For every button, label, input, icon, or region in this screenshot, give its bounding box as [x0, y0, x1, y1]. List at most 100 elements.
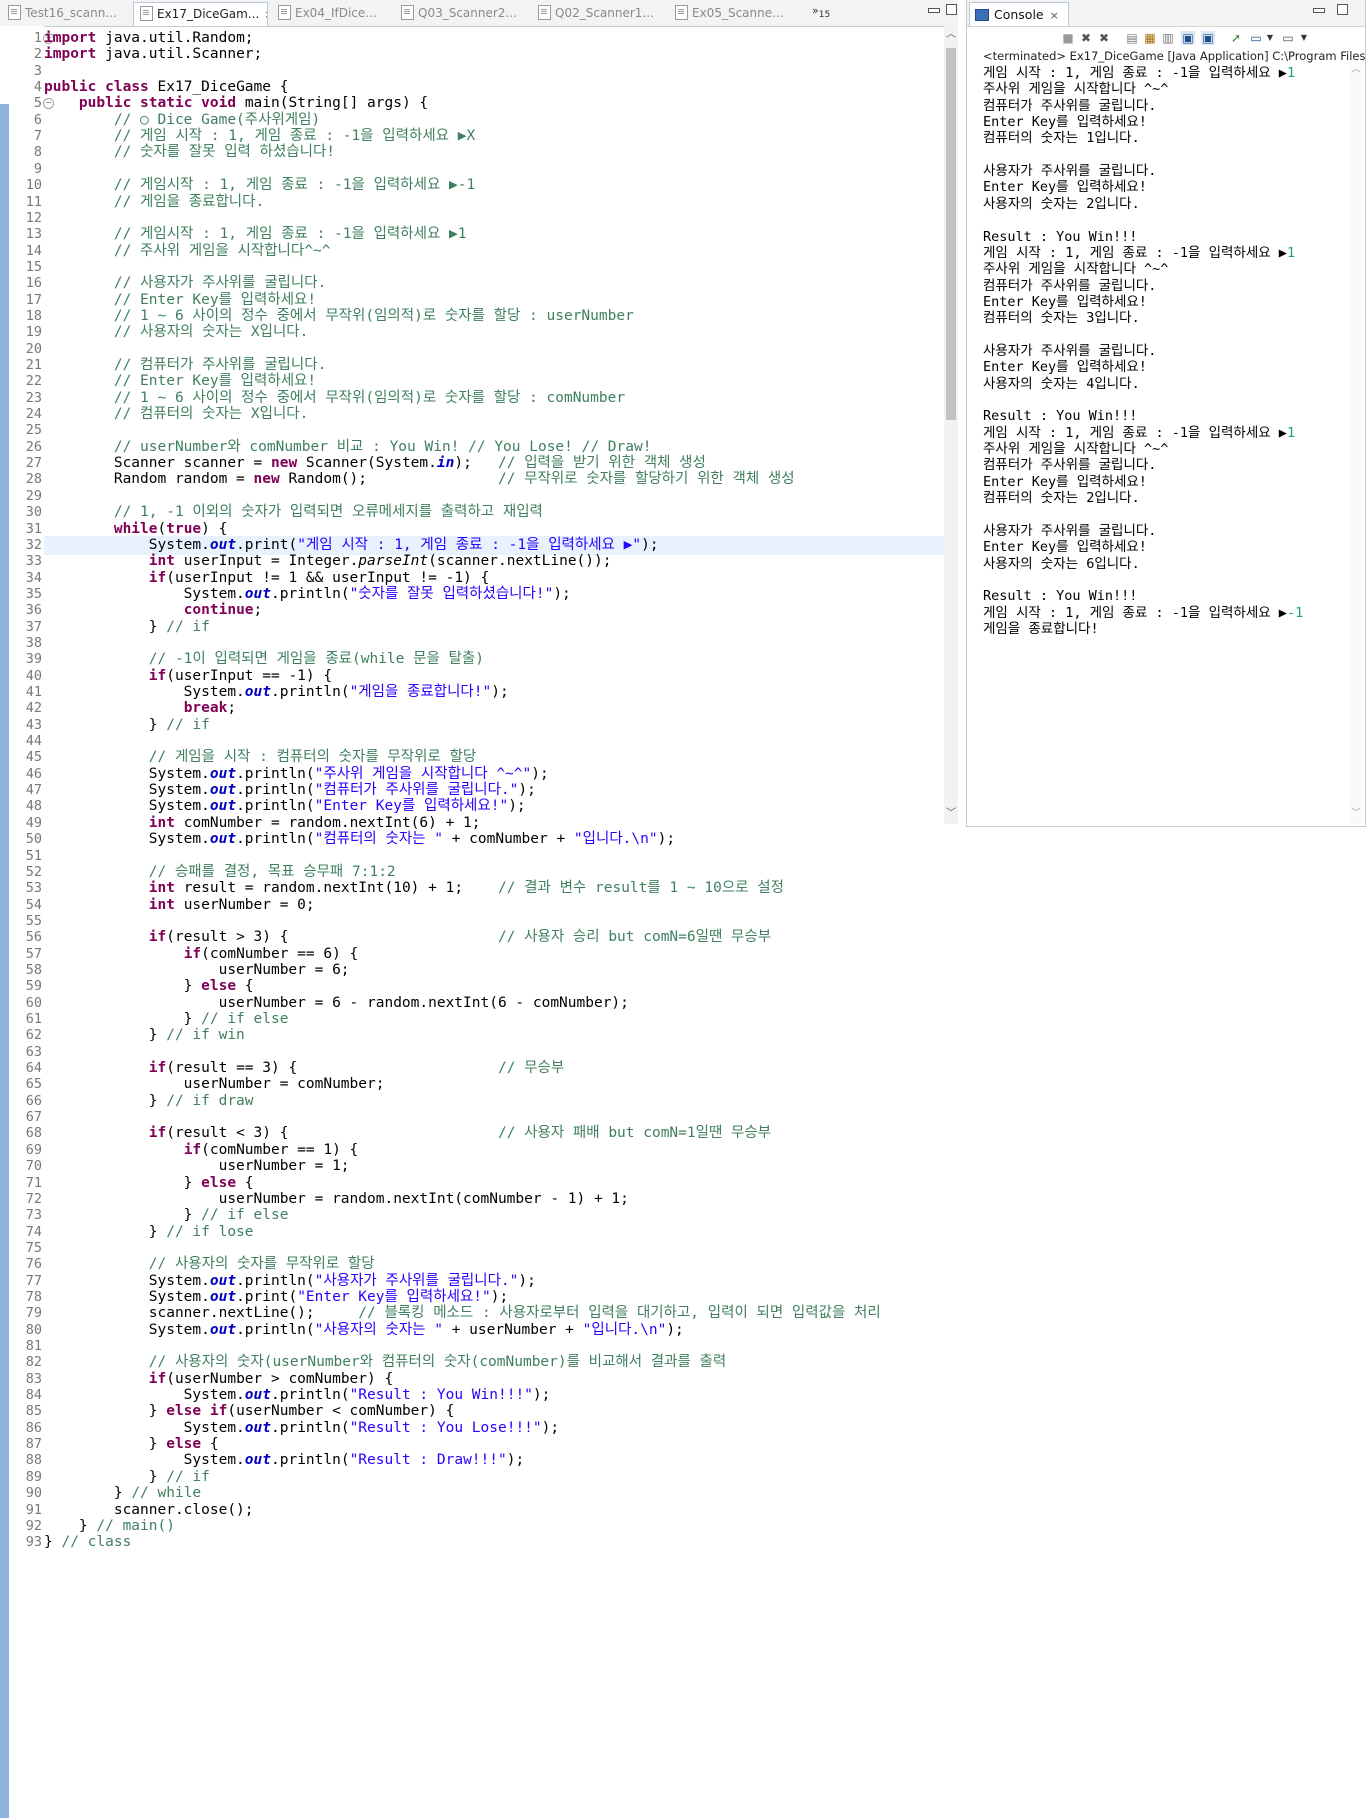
- console-line: 사용자의 숫자는 2입니다.: [983, 195, 1140, 212]
- tab-ex05-scanner[interactable]: Ex05_Scanne...: [669, 2, 801, 24]
- java-file-icon: [8, 5, 21, 20]
- display-console-icon[interactable]: ▭: [1249, 31, 1263, 45]
- code-text: scanner.close();: [44, 1501, 254, 1518]
- code-text: int userInput = Integer.parseInt(scanner…: [148, 553, 612, 570]
- scroll-up-icon[interactable]: ︿: [944, 28, 958, 42]
- code-text: // 1 ~ 6 사이의 정수 중에서 무작위(임의적)로 숫자를 할당 : u…: [113, 307, 634, 324]
- tab-q02-scanner1[interactable]: Q02_Scanner1...: [532, 2, 664, 24]
- code-text: } // if else: [44, 1011, 289, 1027]
- word-wrap-icon[interactable]: ▥: [1161, 31, 1175, 45]
- code-text: break;: [183, 700, 237, 717]
- code-text: System.out.println("컴퓨터가 주사위를 굴립니다.");: [44, 782, 536, 799]
- clear-console-icon[interactable]: ▤: [1125, 31, 1139, 45]
- code-text: // Enter Key를 입력하세요!: [113, 373, 317, 390]
- minimize-icon[interactable]: [928, 8, 940, 13]
- console-line: 게임을 종료합니다!: [983, 620, 1099, 637]
- tab-test16[interactable]: Test16_scann...: [2, 2, 130, 24]
- code-text: // 게임 시작 : 1, 게임 종료 : -1을 입력하세요 ▶X: [113, 128, 476, 145]
- code-text: // 사용자의 숫자를 무작위로 할당: [148, 1256, 375, 1273]
- console-view[interactable]: Console × ■ ✖ ✖ ▤ ▦ ▥ ▣ ▣ ➚ ▭ ▼ ▭ ▼ <term…: [966, 0, 1366, 827]
- change-ruler-bar: [0, 104, 9, 1818]
- close-icon[interactable]: ×: [1050, 9, 1059, 22]
- code-text: if(userNumber > comNumber) {: [148, 1370, 394, 1387]
- code-text: } else if(userNumber < comNumber) {: [44, 1403, 455, 1420]
- code-text: import java.util.Scanner;: [44, 46, 263, 63]
- code-text: if(userInput != 1 && userInput != -1) {: [148, 569, 490, 586]
- open-console-icon[interactable]: ▭: [1281, 31, 1295, 45]
- code-text: } // while: [44, 1485, 202, 1502]
- code-text: } // main(): [44, 1517, 175, 1534]
- code-text: // 게임을 시작 : 컴퓨터의 숫자를 무작위로 할당: [148, 749, 477, 766]
- code-text: if(comNumber == 1) {: [183, 1141, 359, 1158]
- code-text: } else {: [44, 1174, 254, 1191]
- code-text: System.out.println("게임을 종료합니다!");: [44, 684, 509, 700]
- console-vertical-scrollbar[interactable]: ︿ ﹀: [1349, 60, 1363, 824]
- maximize-icon[interactable]: [1337, 4, 1348, 15]
- code-text: // 1 ~ 6 사이의 정수 중에서 무작위(임의적)로 숫자를 할당 : c…: [113, 389, 626, 406]
- line-number: 93: [25, 1534, 42, 1551]
- user-input: 1: [1286, 244, 1296, 261]
- remove-all-icon[interactable]: ✖: [1097, 31, 1111, 45]
- code-text: Random random = new Random(); // 무작위로 숫자…: [44, 471, 795, 488]
- code-text: } // if: [44, 618, 210, 635]
- code-text: System.out.print("Enter Key를 입력하세요!");: [44, 1288, 509, 1305]
- scroll-down-icon[interactable]: ﹀: [1349, 804, 1363, 819]
- code-text: System.out.println("Result : You Lose!!!…: [44, 1419, 560, 1436]
- scrollbar-thumb[interactable]: [946, 48, 956, 420]
- code-text: System.out.println("컴퓨터의 숫자는 " + comNumb…: [44, 831, 676, 848]
- overview-ruler: [0, 26, 9, 1820]
- code-text: // Enter Key를 입력하세요!: [113, 291, 317, 308]
- code-text: if(result > 3) { // 사용자 승리 but comN=6일땐 …: [148, 929, 772, 946]
- code-text: // 컴퓨터의 숫자는 X입니다.: [113, 406, 309, 423]
- minimize-icon[interactable]: [1313, 8, 1325, 13]
- user-input: 1: [1286, 424, 1296, 441]
- code-text: System.out.println("Result : You Win!!!"…: [44, 1387, 551, 1404]
- code-text: int result = random.nextInt(10) + 1; // …: [148, 880, 784, 897]
- java-file-icon: [675, 5, 688, 20]
- user-input: -1: [1286, 604, 1304, 621]
- code-text: } // if win: [44, 1027, 245, 1044]
- code-area[interactable]: import java.util.Random; import java.util…: [44, 26, 944, 1820]
- code-text: scanner.nextLine(); // 블록킹 메소드 : 사용자로부터 …: [44, 1305, 881, 1322]
- code-text: System.out.println("사용자의 숫자는 " + userNum…: [44, 1321, 684, 1338]
- tab-console[interactable]: Console ×: [969, 2, 1069, 26]
- tab-ex17-dicegame[interactable]: Ex17_DiceGam...×: [133, 2, 268, 26]
- code-text: } // if draw: [44, 1092, 254, 1109]
- scroll-lock-icon[interactable]: ▦: [1143, 31, 1157, 45]
- code-line[interactable]: } // class: [44, 1533, 944, 1552]
- code-text: userNumber = comNumber;: [44, 1076, 385, 1093]
- code-text: userNumber = 6 - random.nextInt(6 - comN…: [44, 994, 629, 1011]
- tab-overflow-button[interactable]: »15: [812, 4, 830, 20]
- editor-tab-bar: Test16_scann... Ex17_DiceGam...× Ex04_If…: [0, 0, 958, 27]
- code-text: } // if: [44, 1468, 210, 1485]
- tab-ex04-ifdice[interactable]: Ex04_IfDice...: [272, 2, 390, 24]
- stop-icon[interactable]: ■: [1061, 31, 1075, 45]
- java-file-icon: [140, 6, 153, 21]
- scroll-up-icon[interactable]: ︿: [1349, 60, 1363, 75]
- code-text: Scanner scanner = new Scanner(System.in)…: [44, 455, 706, 472]
- code-text: } // if else: [44, 1207, 289, 1224]
- pin-console-icon[interactable]: ➚: [1229, 31, 1243, 45]
- code-text: } else {: [44, 1436, 219, 1453]
- editor-vertical-scrollbar[interactable]: ︿ ﹀: [944, 26, 958, 824]
- chevron-down-icon[interactable]: ▼: [1263, 31, 1277, 45]
- show-on-error-icon[interactable]: ▣: [1201, 31, 1215, 45]
- code-editor[interactable]: Test16_scann... Ex17_DiceGam...× Ex04_If…: [0, 0, 958, 1820]
- scroll-down-icon[interactable]: ﹀: [944, 807, 958, 821]
- console-output[interactable]: 게임 시작 : 1, 게임 종료 : -1을 입력하세요 ▶1 주사위 게임을 시…: [983, 64, 1345, 824]
- close-icon[interactable]: ×: [264, 8, 267, 21]
- user-input: 1: [1286, 65, 1296, 81]
- code-text: System.out.println("사용자가 주사위를 굴립니다.");: [44, 1272, 536, 1289]
- show-on-output-icon[interactable]: ▣: [1181, 31, 1195, 45]
- code-text: System.out.print("게임 시작 : 1, 게임 종료 : -1을…: [44, 536, 659, 553]
- code-text: // 컴퓨터가 주사위를 굴립니다.: [113, 357, 327, 373]
- remove-launch-icon[interactable]: ✖: [1079, 31, 1093, 45]
- maximize-icon[interactable]: [946, 4, 957, 15]
- code-text: // 승패를 결정, 목표 승무패 7:1:2: [148, 863, 396, 880]
- launch-status: <terminated> Ex17_DiceGame [Java Applica…: [983, 49, 1365, 63]
- console-icon: [975, 8, 989, 21]
- code-text: while(true) {: [113, 520, 228, 537]
- code-text: import java.util.Random;: [44, 30, 254, 46]
- tab-q03-scanner2[interactable]: Q03_Scanner2...: [395, 2, 527, 24]
- chevron-down-icon[interactable]: ▼: [1297, 31, 1311, 45]
